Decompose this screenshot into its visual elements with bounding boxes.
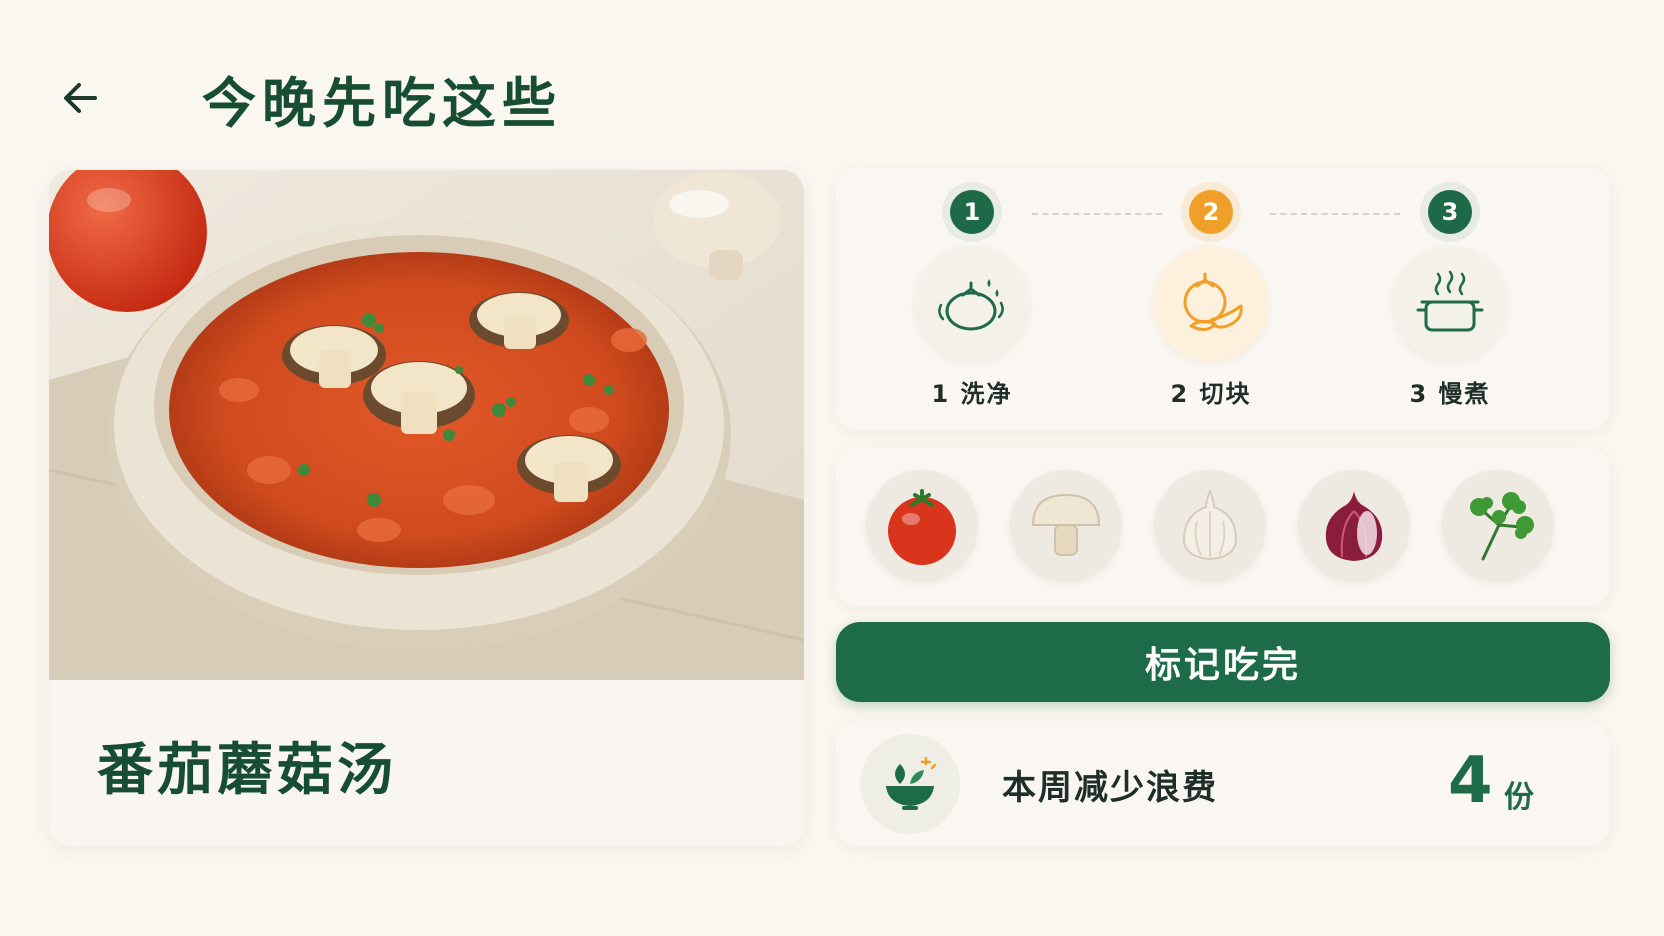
page-title: 今晚先吃这些: [202, 71, 562, 135]
ingredient-parsley[interactable]: [1442, 470, 1554, 582]
arrow-left-icon: [64, 83, 97, 113]
mark-done-button[interactable]: 标记吃完: [836, 622, 1610, 702]
tomato-icon: [888, 489, 956, 565]
step-icon-container: [1153, 246, 1269, 362]
step-number: 3: [1428, 190, 1472, 234]
dish-name: 番茄蘑菇汤: [97, 738, 397, 803]
step-simmer[interactable]: 3 3 慢煮: [1370, 190, 1530, 409]
step-icon-container: [1392, 246, 1508, 362]
page: 今晚先吃这些 番茄蘑菇汤 1 1 洗净 2 2 切块 3 3 慢煮 标记吃完 本…: [0, 0, 1664, 936]
ingredient-red-onion[interactable]: [1298, 470, 1410, 582]
step-number: 2: [1189, 190, 1233, 234]
ingredients-panel: [836, 448, 1610, 606]
ingredient-garlic[interactable]: [1154, 470, 1266, 582]
wash-tomato-icon: [938, 279, 1004, 331]
waste-stats-label: 本周减少浪费: [1002, 768, 1218, 808]
dish-card[interactable]: 番茄蘑菇汤: [49, 170, 804, 846]
red-onion-icon: [1325, 491, 1383, 561]
waste-stats-value: 4: [1448, 744, 1493, 818]
stats-icon-container: [860, 734, 960, 834]
bowl-leaf-icon: [886, 756, 937, 810]
simmering-pot-icon: [1416, 270, 1484, 332]
step-icon-container: [914, 246, 1030, 362]
dish-photo: [49, 170, 804, 680]
step-label: 2 切块: [1170, 380, 1252, 408]
step-number: 1: [950, 190, 994, 234]
garlic-icon: [1182, 488, 1238, 561]
header: 今晚先吃这些: [52, 58, 562, 138]
step-label: 3 慢煮: [1409, 380, 1491, 408]
ingredient-mushroom[interactable]: [1010, 470, 1122, 582]
step-chop[interactable]: 2 2 切块: [1131, 190, 1291, 409]
waste-stats-panel: 本周减少浪费 4 份: [836, 722, 1610, 846]
step-label: 1 洗净: [931, 380, 1013, 408]
back-button[interactable]: [52, 70, 108, 126]
step-wash[interactable]: 1 1 洗净: [892, 190, 1052, 409]
mushroom-icon: [1031, 493, 1101, 556]
waste-stats-unit: 份: [1504, 780, 1534, 815]
parsley-icon: [1470, 492, 1534, 561]
ingredient-tomato[interactable]: [866, 470, 978, 582]
chopped-tomato-icon: [1183, 272, 1243, 331]
steps-panel: 1 1 洗净 2 2 切块 3 3 慢煮: [836, 168, 1610, 430]
